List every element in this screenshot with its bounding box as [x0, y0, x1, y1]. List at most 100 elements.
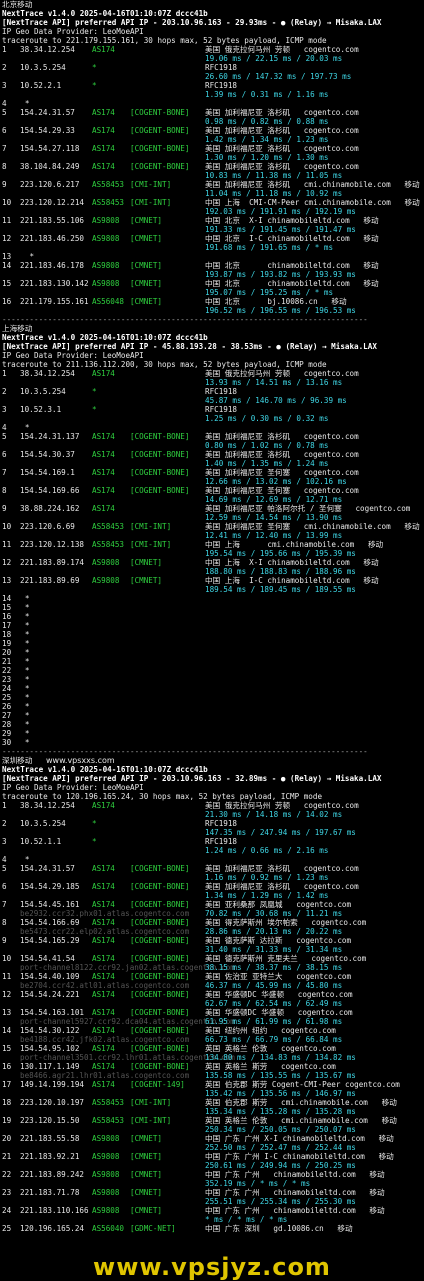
- hop-timeout: 23 *: [2, 675, 422, 684]
- hop-asn: *: [92, 387, 97, 396]
- hop-network-tag: [COGENT-BONE]: [130, 450, 190, 459]
- hop-rtt: 0.80 ms / 1.02 ms / 0.78 ms: [205, 441, 329, 450]
- hop-rtt: 13.93 ms / 14.51 ms / 13.16 ms: [205, 378, 343, 387]
- hop-sub-line: 1.34 ms / 1.29 ms / 1.42 ms: [2, 891, 422, 900]
- hop-sub-line: be2704.ccr42.atl01.atlas.cogentco.com 46.…: [2, 981, 422, 990]
- hop-geo: 中国 北京 bj.10086.cn 移动: [205, 297, 347, 306]
- hop-network-tag: [CMNET]: [130, 1188, 163, 1197]
- hop-sub-line: 250.34 ms / 250.05 ms / 250.07 ms: [2, 1125, 422, 1134]
- hop-network-tag: [GDMC-NET]: [130, 1224, 176, 1233]
- hop-number: 11: [2, 540, 12, 549]
- hop-geo: RFC1918: [205, 819, 238, 828]
- hop-number: 26: [2, 702, 12, 711]
- hop-number: 21: [2, 1152, 12, 1161]
- hop-timeout: 14 *: [2, 594, 422, 603]
- hop-network-tag: [CMNET]: [130, 234, 163, 243]
- hop-main-line: 6 154.54.29.33 AS174 [COGENT-BONE] 美国 加利福尼亚 …: [2, 126, 422, 135]
- hop-sub-line: be4188.ccr42.jfk02.atlas.cogentco.com 66.…: [2, 1035, 422, 1044]
- hop-number: 14: [2, 261, 12, 270]
- hop-star: *: [11, 702, 30, 711]
- hop-network-tag: [CMNET]: [130, 1206, 163, 1215]
- hop-ip: 221.183.89.242: [20, 1170, 85, 1179]
- hop-geo: 中国 广东 深圳 gd.10086.cn 移动: [205, 1224, 353, 1233]
- section-separator: ----------------------------------------…: [2, 315, 368, 324]
- hop-main-line: 16 130.117.1.149 AS174 [COGENT-BONE] 英国 英格兰 …: [2, 1062, 422, 1071]
- hop-main-line: 22 221.183.89.242 AS9808 [CMNET] 中国 广东 广州 ch…: [2, 1170, 422, 1179]
- hop-geo: 中国 北京 chinamobileltd.com 移动: [205, 279, 379, 288]
- hop-row: 9 223.120.6.217 AS58453 [CMI-INT] 美国 加利福尼亚 洛…: [2, 180, 422, 198]
- hop-timeout: 4 *: [2, 855, 422, 864]
- hop-ip: 154.54.30.122: [20, 1026, 80, 1035]
- hop-star: *: [6, 855, 30, 864]
- hop-network-tag: [CMNET]: [130, 558, 163, 567]
- hop-main-line: 7 154.54.169.1 AS174 [COGENT-BONE] 美国 加利福尼亚 …: [2, 468, 422, 477]
- hop-geo: 美国 佐治亚 亚特兰大 cogentco.com: [205, 972, 352, 981]
- hop-sub-line: be2932.ccr32.phx01.atlas.cogentco.com 70.…: [2, 909, 422, 918]
- hop-rtt: 26.60 ms / 147.32 ms / 197.73 ms: [205, 72, 352, 81]
- hop-row: 13 154.54.163.101 AS174 [COGENT-BONE] 美国 华盛顿…: [2, 1008, 422, 1026]
- hop-number: 28: [2, 720, 12, 729]
- hop-network-tag: [CMNET]: [130, 279, 163, 288]
- hop-network-tag: [COGENT-BONE]: [130, 1026, 190, 1035]
- hop-sub-line: 1.39 ms / 0.31 ms / 1.16 ms: [2, 90, 422, 99]
- hop-star: *: [11, 675, 30, 684]
- hop-number: 10: [2, 198, 12, 207]
- hop-asn: AS174: [92, 432, 115, 441]
- hop-network-tag: [COGENT-BONE]: [130, 990, 190, 999]
- hop-number: 13: [2, 576, 12, 585]
- hop-geo: RFC1918: [205, 63, 238, 72]
- hop-star: *: [11, 639, 30, 648]
- hop-star: *: [11, 729, 30, 738]
- trace-header-line: traceroute to 211.136.112.200, 30 hops m…: [2, 360, 327, 369]
- hop-network-tag: [CMI-INT]: [130, 522, 172, 531]
- hop-rtt: 135.34 ms / 135.28 ms / 135.28 ms: [205, 1107, 356, 1116]
- hop-number: 16: [2, 612, 12, 621]
- hop-main-line: 25 120.196.165.24 AS56040 [GDMC-NET] 中国 广东 深…: [2, 1224, 422, 1233]
- hop-rtt: 1.30 ms / 1.20 ms / 1.30 ms: [205, 153, 329, 162]
- hop-rtt: 62.67 ms / 62.54 ms / 62.49 ms: [205, 999, 343, 1008]
- hop-rtt: 135.42 ms / 135.56 ms / 146.97 ms: [205, 1089, 356, 1098]
- hop-geo: 美国 俄克拉何马州 劳顿 cogentco.com: [205, 801, 359, 810]
- hop-asn: AS9808: [92, 1170, 120, 1179]
- hop-row: 14 154.54.30.122 AS174 [COGENT-BONE] 美国 纽约州 …: [2, 1026, 422, 1044]
- hop-network-tag: [COGENT-149]: [130, 1080, 185, 1089]
- hop-rtt: 191.33 ms / 191.45 ms / 191.47 ms: [205, 225, 356, 234]
- hop-asn: AS56048: [92, 297, 125, 306]
- hop-sub-line: 1.40 ms / 1.35 ms / 1.24 ms: [2, 459, 422, 468]
- hop-number: 15: [2, 603, 12, 612]
- hop-network-tag: [COGENT-BONE]: [130, 972, 190, 981]
- hop-network-tag: [CMNET]: [130, 576, 163, 585]
- hop-sub-line: 10.83 ms / 11.38 ms / 11.05 ms: [2, 171, 422, 180]
- hop-main-line: 10 223.120.6.69 AS58453 [CMI-INT] 美国 加利福尼亚 圣…: [2, 522, 422, 531]
- hop-main-line: 12 221.183.89.174 AS9808 [CMNET] 中国 上海 X-I c…: [2, 558, 422, 567]
- hop-timeout: 30 *: [2, 738, 422, 747]
- hop-network-tag: [COGENT-BONE]: [130, 936, 190, 945]
- hop-row: 7 154.54.169.1 AS174 [COGENT-BONE] 美国 加利福尼亚 …: [2, 468, 422, 486]
- hop-geo: 中国 上海 X-I chinamobileltd.com 移动: [205, 558, 379, 567]
- hop-ip: 38.104.84.249: [20, 162, 80, 171]
- hop-row: 6 154.54.29.185 AS174 [COGENT-BONE] 美国 加利福尼亚…: [2, 882, 422, 900]
- hop-ip: 154.54.27.118: [20, 144, 80, 153]
- hop-number: 5: [2, 864, 7, 873]
- hop-row: 18 223.120.10.197 AS58453 [CMI-INT] 英国 伯克郡 斯…: [2, 1098, 422, 1116]
- hop-number: 2: [2, 63, 7, 72]
- hop-star: *: [11, 684, 30, 693]
- hop-geo: 美国 加利福尼亚 圣何塞 cogentco.com: [205, 486, 359, 495]
- hop-number: 5: [2, 432, 7, 441]
- hop-number: 20: [2, 1134, 12, 1143]
- hop-ip: 154.54.29.33: [20, 126, 75, 135]
- hop-main-line: 6 154.54.30.37 AS174 [COGENT-BONE] 美国 加利福尼亚 …: [2, 450, 422, 459]
- hop-geo: 美国 加利福尼亚 洛杉矶 cogentco.com: [205, 450, 359, 459]
- hop-number: 23: [2, 675, 12, 684]
- hop-row: 23 221.183.71.78 AS9808 [CMNET] 中国 广东 广州 chi…: [2, 1188, 422, 1206]
- hop-main-line: 11 154.54.40.109 AS174 [COGENT-BONE] 美国 佐治亚 …: [2, 972, 422, 981]
- region-title: 北京移动: [2, 0, 33, 9]
- hop-row: 3 10.52.1.1 * RFC1918 1.24 ms / 0.66 ms / 2.…: [2, 837, 422, 855]
- hop-asn: *: [92, 63, 97, 72]
- hop-row: 7 154.54.27.118 AS174 [COGENT-BONE] 美国 加利福尼亚…: [2, 144, 422, 162]
- hop-number: 3: [2, 405, 7, 414]
- hop-number: 10: [2, 522, 12, 531]
- hop-rtt: 352.19 ms / * ms / * ms: [205, 1179, 311, 1188]
- hop-number: 5: [2, 108, 7, 117]
- hop-rtt: 255.51 ms / 255.34 ms / 255.30 ms: [205, 1197, 356, 1206]
